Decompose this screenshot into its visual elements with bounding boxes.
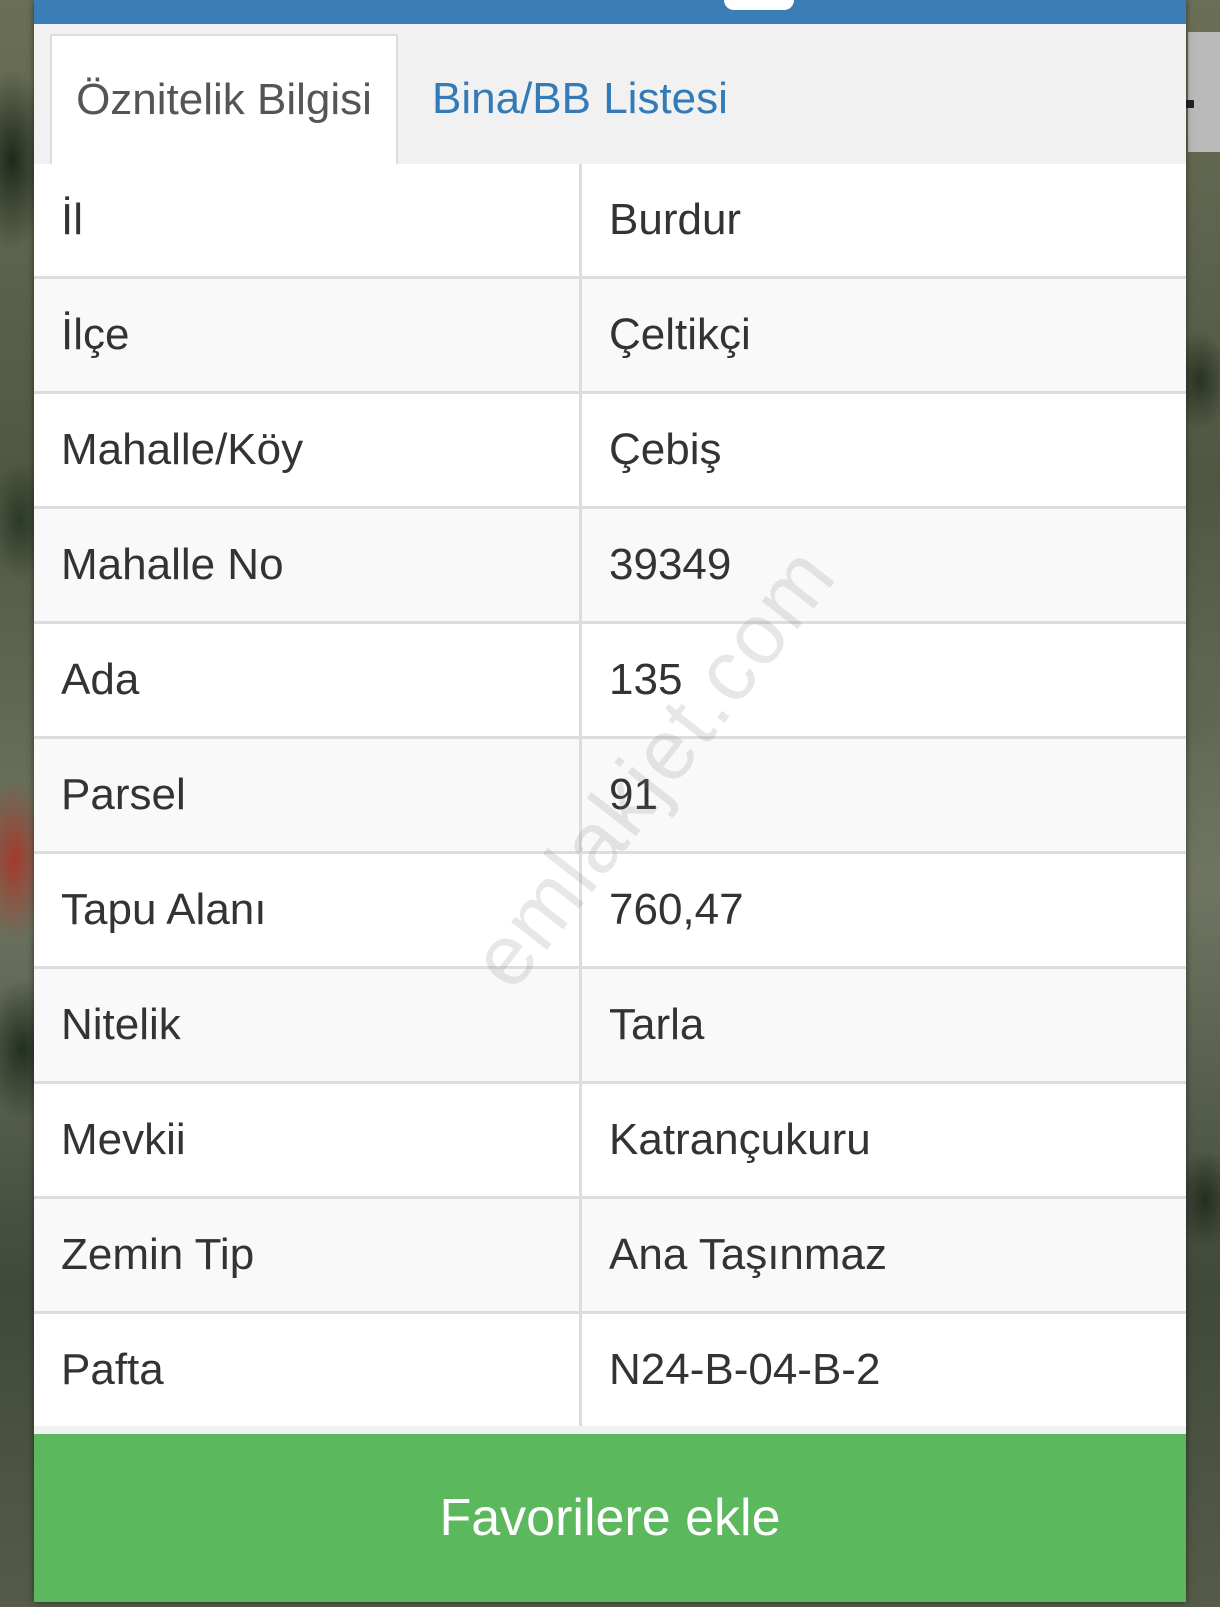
table-row: Mahalle No 39349 [34, 506, 1186, 621]
row-label: Mevkii [34, 1084, 582, 1196]
table-row: Nitelik Tarla [34, 966, 1186, 1081]
row-value: Çeltikçi [609, 310, 751, 359]
row-label: Mahalle No [34, 509, 582, 621]
row-label: Ada [34, 624, 582, 736]
row-value: Tarla [609, 1000, 705, 1049]
row-value: 135 [609, 655, 683, 704]
map-control[interactable] [1188, 32, 1220, 152]
row-label: Zemin Tip [34, 1199, 582, 1311]
row-label: Nitelik [34, 969, 582, 1081]
add-to-favorites-button[interactable]: Favorilere ekle [34, 1434, 1186, 1602]
tab-building-list[interactable]: Bina/BB Listesi [432, 34, 792, 164]
table-row: İl Burdur [34, 164, 1186, 276]
row-value: 91 [609, 770, 658, 819]
table-row: Tapu Alanı 760,47 [34, 851, 1186, 966]
row-label: Pafta [34, 1314, 582, 1426]
row-value: N24-B-04-B-2 [609, 1345, 881, 1394]
table-row: Ada 135 [34, 621, 1186, 736]
tab-attribute-info[interactable]: Öznitelik Bilgisi [50, 34, 398, 164]
row-label: İlçe [34, 279, 582, 391]
map-control-icon [1186, 100, 1194, 108]
row-value: Çebiş [609, 425, 722, 474]
row-value: Burdur [609, 195, 742, 244]
panel-header [34, 0, 1186, 24]
row-value: Ana Taşınmaz [609, 1230, 888, 1279]
table-row: Zemin Tip Ana Taşınmaz [34, 1196, 1186, 1311]
attribute-table: İl Burdur İlçe Çeltikçi Mahalle/Köy Çebi… [34, 164, 1186, 1426]
row-value: 39349 [609, 540, 732, 589]
table-row: Mahalle/Köy Çebiş [34, 391, 1186, 506]
table-row: Parsel 91 [34, 736, 1186, 851]
tab-bar: Öznitelik Bilgisi Bina/BB Listesi [34, 24, 1186, 167]
row-label: Tapu Alanı [34, 854, 582, 966]
table-row: Pafta N24-B-04-B-2 [34, 1311, 1186, 1426]
row-value: 760,47 [609, 885, 744, 934]
row-label: Parsel [34, 739, 582, 851]
table-row: Mevkii Katrançukuru [34, 1081, 1186, 1196]
row-value: Katrançukuru [609, 1115, 871, 1164]
row-label: Mahalle/Köy [34, 394, 582, 506]
header-title-fragment [724, 0, 794, 10]
row-label: İl [34, 164, 582, 276]
table-row: İlçe Çeltikçi [34, 276, 1186, 391]
parcel-info-panel: Öznitelik Bilgisi Bina/BB Listesi İl Bur… [34, 0, 1186, 1602]
